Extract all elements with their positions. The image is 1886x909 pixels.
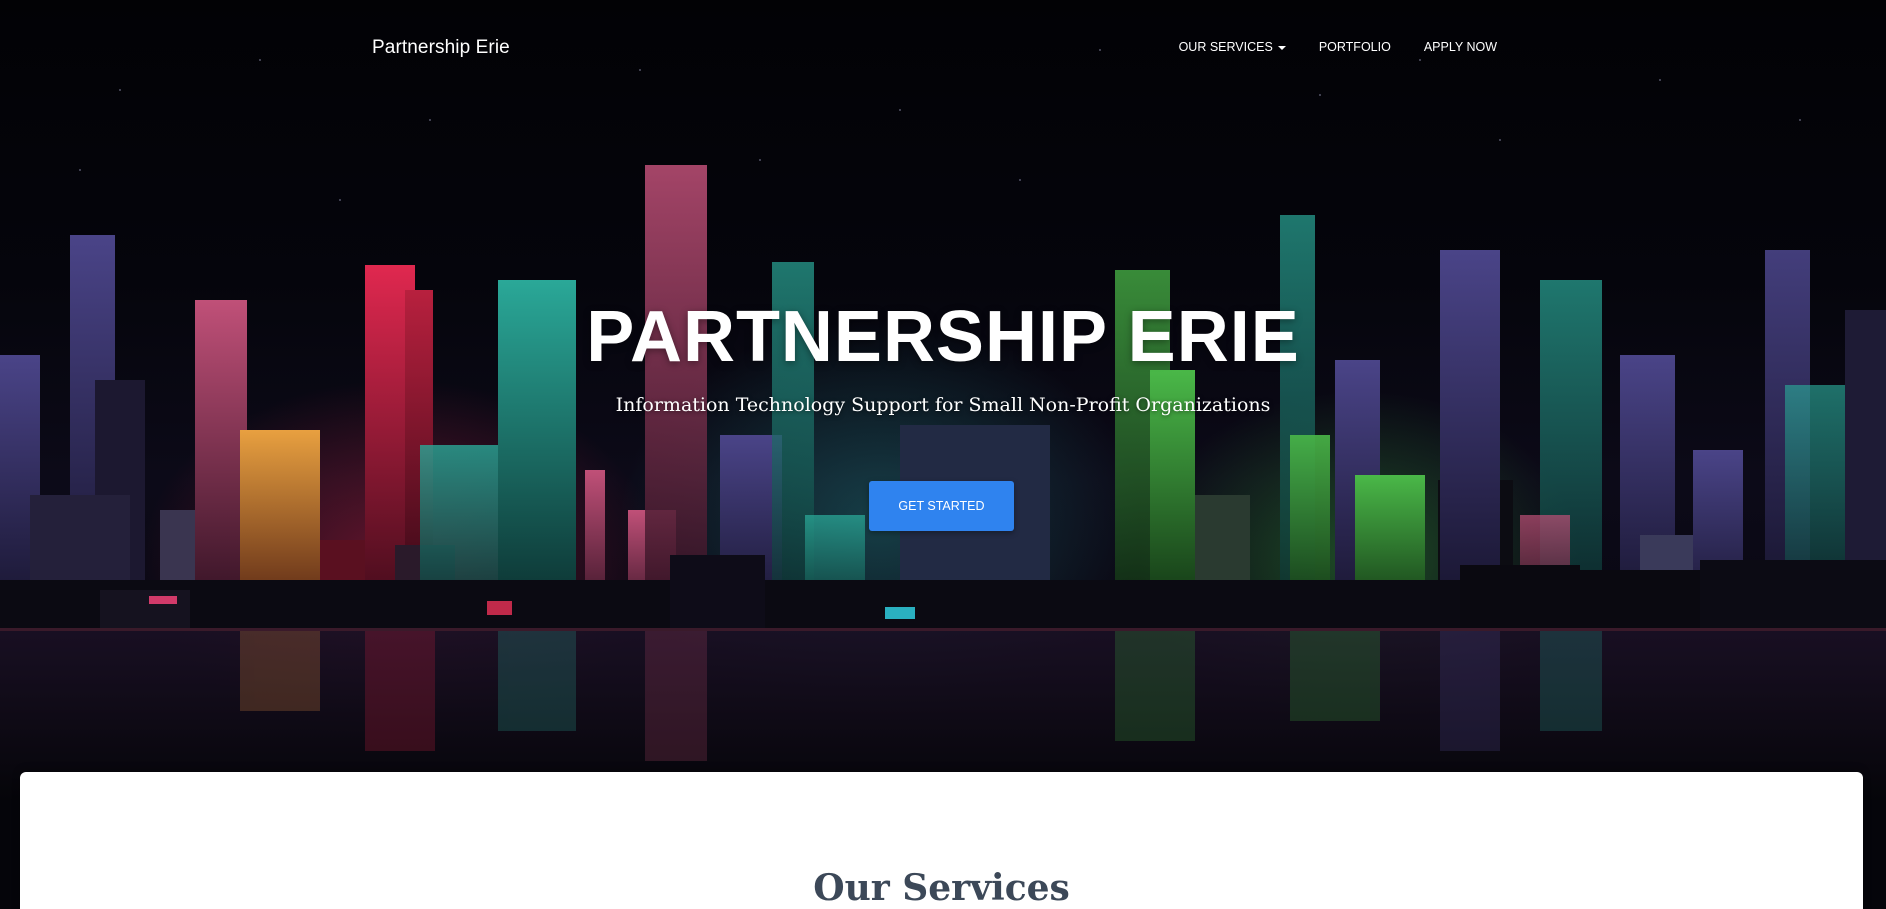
top-navbar: Partnership Erie OUR SERVICES PORTFOLIO … bbox=[0, 0, 1886, 98]
nav-apply-now[interactable]: APPLY NOW bbox=[1424, 40, 1497, 54]
hero-title: PARTNERSHIP ERIE bbox=[586, 297, 1300, 377]
nav-our-services-label: OUR SERVICES bbox=[1178, 40, 1273, 54]
nav-our-services[interactable]: OUR SERVICES bbox=[1179, 40, 1286, 54]
page: Partnership Erie OUR SERVICES PORTFOLIO … bbox=[0, 0, 1886, 909]
caret-down-icon bbox=[1277, 45, 1286, 50]
services-title: Our Services bbox=[813, 867, 1070, 909]
nav-portfolio[interactable]: PORTFOLIO bbox=[1319, 40, 1391, 54]
nav-portfolio-label: PORTFOLIO bbox=[1318, 40, 1391, 54]
hero-section: Partnership Erie OUR SERVICES PORTFOLIO … bbox=[0, 0, 1886, 800]
hero-subtitle: Information Technology Support for Small… bbox=[615, 394, 1271, 416]
get-started-button[interactable]: GET STARTED bbox=[869, 481, 1014, 531]
services-section: Our Services bbox=[20, 772, 1863, 909]
nav-apply-now-label: APPLY NOW bbox=[1423, 40, 1497, 54]
brand-link[interactable]: Partnership Erie bbox=[372, 37, 510, 59]
nav-links: OUR SERVICES PORTFOLIO APPLY NOW bbox=[1146, 40, 1497, 54]
